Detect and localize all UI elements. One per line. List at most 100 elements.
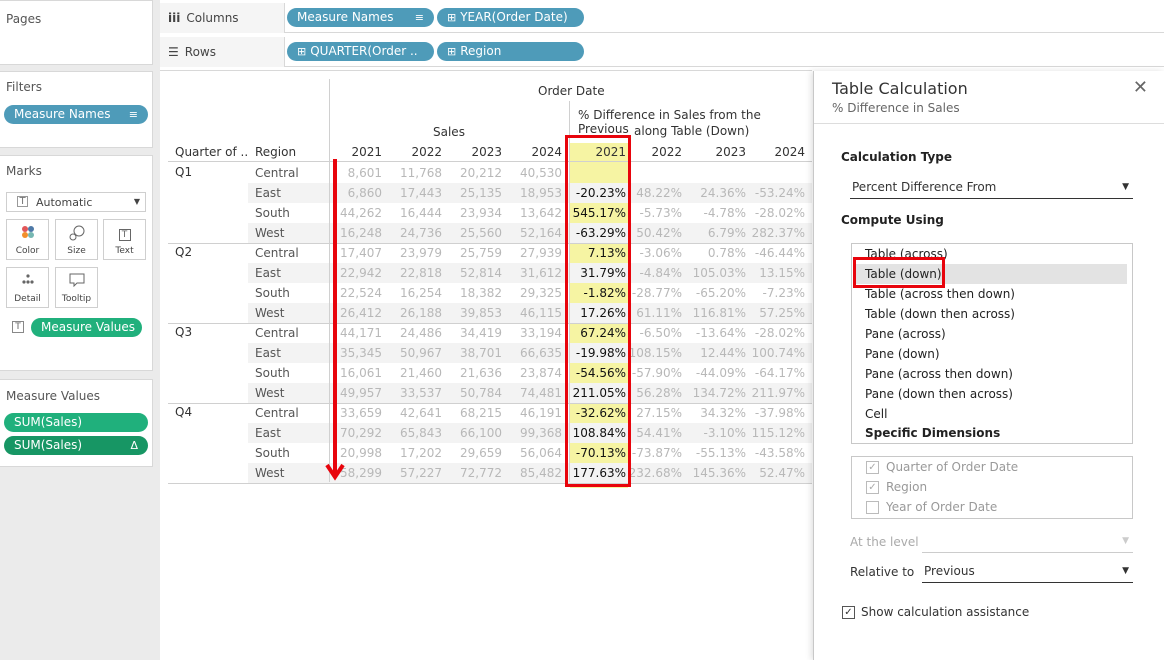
close-icon[interactable]: ✕ <box>1133 77 1148 98</box>
text-icon: T <box>104 225 145 241</box>
pct-diff-cell: 52.47% <box>759 466 805 480</box>
size-icon <box>56 225 97 245</box>
chevron-down-icon: ▼ <box>1122 566 1129 576</box>
expand-icon: ⊞ <box>297 45 307 58</box>
marks-color-button[interactable]: Color <box>6 219 49 260</box>
sales-cell: 23,934 <box>460 206 502 220</box>
marks-title: Marks <box>6 164 42 178</box>
expand-icon: ⊞ <box>447 11 457 24</box>
pct-diff-cell: 211.97% <box>751 386 805 400</box>
sales-cell: 25,135 <box>460 186 502 200</box>
year-column-header: 2022 <box>411 145 442 159</box>
marks-text-button[interactable]: T Text <box>103 219 146 260</box>
marks-pill-measure-values[interactable]: Measure Values <box>31 318 142 337</box>
relative-to-dropdown[interactable]: Previous ▼ <box>922 561 1133 583</box>
pct-diff-cell: -5.73% <box>639 206 682 220</box>
dimension-checkbox[interactable] <box>866 501 879 514</box>
pages-title: Pages <box>6 12 42 26</box>
compute-option[interactable]: Table (across then down) <box>865 287 1015 301</box>
show-assist-checkbox[interactable]: ✓ <box>842 606 855 619</box>
rows-pill-region[interactable]: ⊞ Region <box>437 42 584 61</box>
quarter-divider <box>168 243 812 244</box>
compute-option[interactable]: Pane (across) <box>865 327 946 341</box>
quarter-label: Q2 <box>175 245 193 259</box>
text-icon: T <box>12 321 24 333</box>
marks-tooltip-label: Tooltip <box>61 294 92 304</box>
marks-detail-button[interactable]: Detail <box>6 267 49 308</box>
sales-cell: 50,784 <box>460 386 502 400</box>
pct-diff-cell: -43.58% <box>754 446 805 460</box>
dialog-subtitle: % Difference in Sales <box>832 101 960 115</box>
marks-tooltip-button[interactable]: Tooltip <box>55 267 98 308</box>
columns-pill-measure-names[interactable]: Measure Names ≡ <box>287 8 434 27</box>
pct-diff-cell: -4.84% <box>639 266 682 280</box>
annotation-selected-box <box>853 257 945 288</box>
compute-option[interactable]: Cell <box>865 407 887 421</box>
measure-values-title: Measure Values <box>6 389 101 403</box>
region-label: Central <box>255 166 299 180</box>
measure-value-pill-sales[interactable]: SUM(Sales) <box>4 413 148 432</box>
pct-diff-cell: 115.12% <box>751 426 805 440</box>
specific-dimensions-option[interactable]: Specific Dimensions <box>865 426 1000 440</box>
sales-cell: 25,560 <box>460 226 502 240</box>
at-level-dropdown[interactable]: ▼ <box>922 531 1133 553</box>
sales-cell: 38,701 <box>460 346 502 360</box>
region-label: South <box>255 286 290 300</box>
pct-diff-cell: 232.68% <box>628 466 682 480</box>
sales-cell: 57,227 <box>400 466 442 480</box>
year-column-header: 2023 <box>471 145 502 159</box>
chevron-down-icon: ▼ <box>133 197 140 206</box>
quarter-divider <box>168 323 812 324</box>
calculation-type-dropdown[interactable]: Percent Difference From ▼ <box>850 175 1133 199</box>
pct-diff-cell: -44.09% <box>695 366 746 380</box>
pct-diff-header-line2: along Table (Down) <box>634 124 750 138</box>
sales-cell: 23,874 <box>520 366 562 380</box>
rows-pill-quarter[interactable]: ⊞ QUARTER(Order .. <box>287 42 434 61</box>
annotation-highlight-box <box>565 135 631 487</box>
sales-cell: 52,814 <box>460 266 502 280</box>
sales-cell: 16,254 <box>400 286 442 300</box>
sales-cell: 18,953 <box>520 186 562 200</box>
pct-diff-cell: -7.23% <box>762 286 805 300</box>
pct-diff-cell: 27.15% <box>636 406 682 420</box>
table-bottom-border <box>168 483 812 484</box>
quarter-label: Q3 <box>175 325 193 339</box>
measure-value-pill-sales-delta[interactable]: SUM(Sales) Δ <box>4 436 148 455</box>
region-label: East <box>255 266 281 280</box>
dimensions-box: ✓ Quarter of Order Date ✓ Region Year of… <box>851 456 1133 519</box>
mark-type-dropdown[interactable]: T Automatic ▼ <box>6 192 146 212</box>
compute-option[interactable]: Table (down then across) <box>865 307 1015 321</box>
marks-pill-label: Measure Values <box>41 320 136 334</box>
calculation-type-value: Percent Difference From <box>852 180 997 194</box>
quarter-row-header: Quarter of .. <box>175 145 249 159</box>
compute-option[interactable]: Pane (down then across) <box>865 387 1013 401</box>
pct-diff-cell: -53.24% <box>754 186 805 200</box>
pct-diff-cell: 34.32% <box>700 406 746 420</box>
pct-diff-cell: -6.50% <box>639 326 682 340</box>
show-assist-label: Show calculation assistance <box>861 605 1030 619</box>
quarter-label: Q4 <box>175 405 193 419</box>
filter-pill-measure-names[interactable]: Measure Names ≡ <box>4 105 148 124</box>
region-label: Central <box>255 246 299 260</box>
sales-cell: 68,215 <box>460 406 502 420</box>
dimension-label: Quarter of Order Date <box>886 460 1019 474</box>
expand-icon: ⊞ <box>447 45 457 58</box>
sales-cell: 29,325 <box>520 286 562 300</box>
pct-diff-cell: -65.20% <box>695 286 746 300</box>
sales-cell: 17,443 <box>400 186 442 200</box>
chevron-down-icon: ▼ <box>1122 182 1129 192</box>
region-label: West <box>255 226 285 240</box>
marks-size-button[interactable]: Size <box>55 219 98 260</box>
dimension-checkbox[interactable]: ✓ <box>866 481 879 494</box>
compute-option[interactable]: Pane (down) <box>865 347 940 361</box>
region-label: South <box>255 366 290 380</box>
filters-title: Filters <box>6 80 42 94</box>
columns-pill-year[interactable]: ⊞ YEAR(Order Date) <box>437 8 584 27</box>
dimension-checkbox[interactable]: ✓ <box>866 461 879 474</box>
compute-option[interactable]: Pane (across then down) <box>865 367 1013 381</box>
pct-diff-cell: -13.64% <box>695 326 746 340</box>
sales-cell: 24,736 <box>400 226 442 240</box>
sales-cell: 46,191 <box>520 406 562 420</box>
sales-cell: 40,530 <box>520 166 562 180</box>
columns-shelf: iii Columns Measure Names ≡ ⊞ YEAR(Order D… <box>160 3 1164 33</box>
